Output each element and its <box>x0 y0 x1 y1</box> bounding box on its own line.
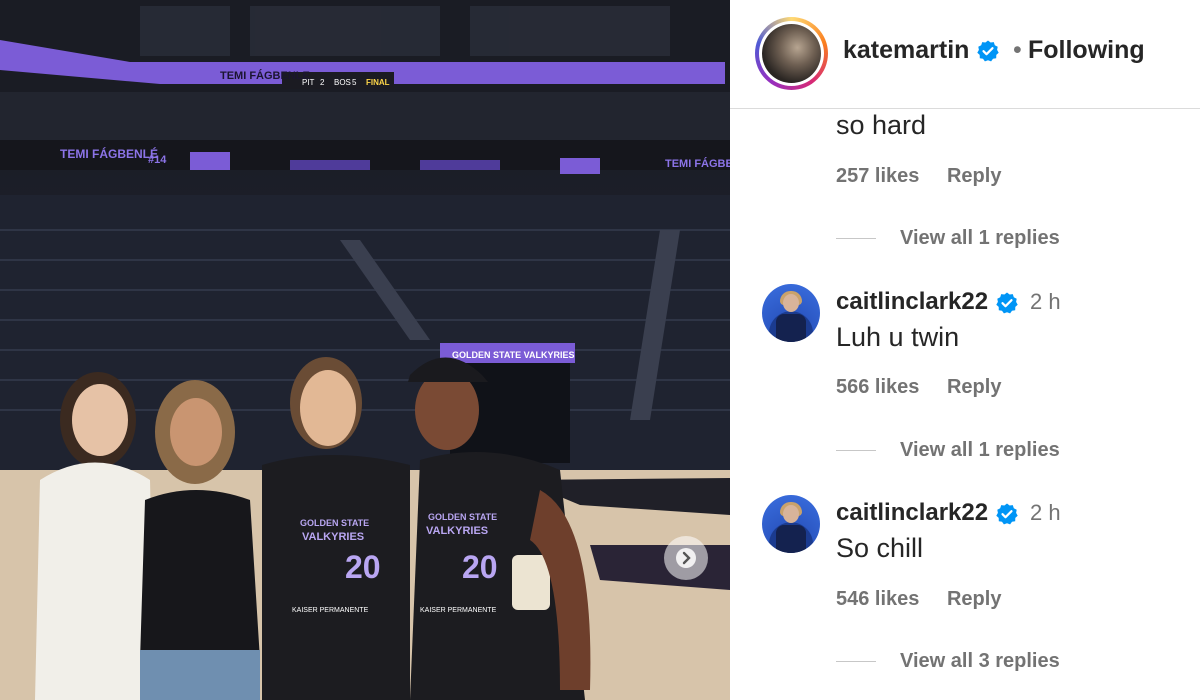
commenter-username[interactable]: caitlinclark22 <box>836 288 988 315</box>
comment-timestamp: 2 h <box>1030 500 1061 525</box>
comment-likes[interactable]: 546 likes <box>836 588 919 610</box>
next-photo-button[interactable] <box>664 536 708 580</box>
comment-timestamp: 2 h <box>1030 289 1061 314</box>
view-replies-button[interactable]: View all 3 replies <box>836 650 1060 673</box>
scoreboard-status: FINAL <box>366 78 390 87</box>
jersey-team-line1-right: GOLDEN STATE <box>428 512 497 522</box>
comment-likes[interactable]: 257 likes <box>836 165 919 187</box>
comment-meta: 546 likes Reply <box>836 588 1001 611</box>
comment-text: Luh u twin <box>836 322 960 352</box>
arena-scene: TEMI FÁGBENLE PIT 2 BOS 5 FINAL TEMI FÁG… <box>0 0 730 700</box>
jersey-sponsor-right: KAISER PERMANENTE <box>420 607 497 614</box>
author-avatar-image <box>762 24 821 83</box>
jersey-team-line2-right: VALKYRIES <box>426 525 488 537</box>
scoreboard-team2: BOS <box>334 78 351 87</box>
jersey-sponsor-left: KAISER PERMANENTE <box>292 607 369 614</box>
commenter-username[interactable]: caitlinclark22 <box>836 499 988 526</box>
post-photo: TEMI FÁGBENLE PIT 2 BOS 5 FINAL TEMI FÁG… <box>0 0 730 700</box>
comment-meta: 566 likes Reply <box>836 376 1001 399</box>
view-replies-label: View all 1 replies <box>900 439 1060 461</box>
ribbon-name-right: TEMI FÁGBEN <box>665 157 730 170</box>
jersey-team-line1: GOLDEN STATE <box>300 518 369 528</box>
comment-likes[interactable]: 566 likes <box>836 376 919 398</box>
comment-meta: 257 likes Reply <box>836 165 1001 188</box>
view-replies-button[interactable]: View all 1 replies <box>836 439 1060 462</box>
commenter-avatar[interactable] <box>762 284 820 342</box>
tunnel-sign: GOLDEN STATE VALKYRIES <box>452 350 575 360</box>
chevron-right-icon <box>676 548 696 568</box>
reply-button[interactable]: Reply <box>947 376 1001 398</box>
scoreboard-team1: PIT <box>302 78 315 87</box>
ribbon-name-left: TEMI FÁGBENLÉ <box>60 146 158 161</box>
following-button[interactable]: Following <box>1028 36 1145 65</box>
post-header: katemartin • Following <box>730 0 1200 109</box>
scoreboard-name: TEMI FÁGBENLE <box>220 69 310 82</box>
scoreboard-score1: 2 <box>320 78 325 87</box>
author-avatar[interactable] <box>755 17 828 90</box>
verified-badge-icon <box>996 503 1018 525</box>
author-username-row[interactable]: katemartin <box>843 36 1000 65</box>
view-replies-label: View all 3 replies <box>900 650 1060 672</box>
replies-divider <box>836 661 876 663</box>
comment-text: so hard <box>836 110 927 140</box>
header-separator: • <box>1013 36 1022 64</box>
scoreboard-score2: 5 <box>352 78 357 87</box>
replies-divider <box>836 238 876 240</box>
author-username[interactable]: katemartin <box>843 36 969 64</box>
jersey-number-left: 20 <box>345 549 381 585</box>
view-replies-button[interactable]: View all 1 replies <box>836 227 1060 250</box>
commenter-username-row[interactable]: caitlinclark22 <box>836 288 1019 316</box>
jersey-team-line2: VALKYRIES <box>302 531 364 543</box>
commenter-avatar[interactable] <box>762 495 820 553</box>
reply-button[interactable]: Reply <box>947 588 1001 610</box>
verified-badge-icon <box>977 40 1000 62</box>
verified-badge-icon <box>996 292 1018 314</box>
comment-text: So chill <box>836 533 924 563</box>
comments-panel: katemartin • Following so hard 257 likes… <box>730 0 1200 700</box>
commenter-username-row[interactable]: caitlinclark22 <box>836 499 1019 527</box>
replies-divider <box>836 450 876 452</box>
view-replies-label: View all 1 replies <box>900 227 1060 249</box>
ribbon-number: #14 <box>148 154 167 166</box>
reply-button[interactable]: Reply <box>947 165 1001 187</box>
jersey-number-right: 20 <box>462 549 498 585</box>
